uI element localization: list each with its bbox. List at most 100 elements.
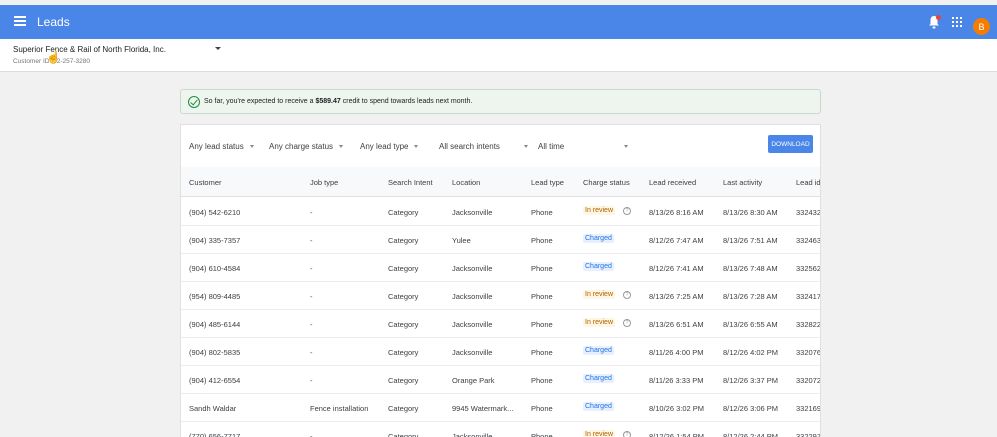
help-icon[interactable]: ? <box>623 319 631 327</box>
cell-id: 332432 <box>796 208 821 217</box>
help-icon[interactable]: ? <box>623 431 631 437</box>
column-header[interactable]: Search Intent <box>388 178 433 187</box>
cell-activity: 8/12/26 2:44 PM <box>723 432 779 437</box>
cell-location: Orange Park <box>452 376 495 385</box>
check-circle-icon <box>188 96 200 108</box>
charge-status-filter[interactable]: Any charge status <box>269 142 344 151</box>
menu-icon[interactable] <box>14 16 26 26</box>
column-header[interactable]: Lead received <box>649 178 696 187</box>
table-row[interactable]: (954) 809-4485 - Category Jacksonville Phone… <box>181 282 820 310</box>
cell-activity: 8/13/26 8:30 AM <box>723 208 778 217</box>
help-icon[interactable]: ? <box>623 207 631 215</box>
banner-amount: $589.47 <box>315 98 341 105</box>
cell-received: 8/10/26 3:02 PM <box>649 404 705 413</box>
cell-intent: Category <box>388 292 419 301</box>
time-range-filter[interactable]: All time <box>538 142 629 151</box>
cell-job: - <box>310 208 313 217</box>
cell-id: 332169 <box>796 404 821 413</box>
chevron-down-icon <box>523 145 528 149</box>
lead-type-filter[interactable]: Any lead type <box>360 142 419 151</box>
cell-received: 8/12/26 7:41 AM <box>649 264 704 273</box>
avatar[interactable]: B <box>973 18 990 35</box>
cell-received: 8/12/26 1:54 PM <box>649 432 705 437</box>
lead-status-filter[interactable]: Any lead status <box>189 142 254 151</box>
column-header[interactable]: Last activity <box>723 178 762 187</box>
account-name: Superior Fence & Rail of North Florida, … <box>13 45 166 54</box>
charge-status-badge: Charged <box>583 346 614 355</box>
cell-type: Phone <box>531 264 553 273</box>
table-row[interactable]: (904) 485-6144 - Category Jacksonville Phone… <box>181 310 820 338</box>
table-header: Customer Job type Search Intent Location… <box>181 167 820 197</box>
cell-intent: Category <box>388 376 419 385</box>
column-header[interactable]: Job type <box>310 178 338 187</box>
cell-customer: Sandh Waldar <box>189 404 237 413</box>
column-header[interactable]: Charge status <box>583 178 630 187</box>
cell-type: Phone <box>531 236 553 245</box>
chevron-down-icon <box>414 145 419 149</box>
cell-id: 332562 <box>796 264 821 273</box>
cell-activity: 8/13/26 7:51 AM <box>723 236 778 245</box>
cell-customer: (954) 809-4485 <box>189 292 241 301</box>
cell-type: Phone <box>531 292 553 301</box>
cell-job: - <box>310 320 313 329</box>
cell-customer: (904) 542-6210 <box>189 208 241 217</box>
cell-location: Jacksonville <box>452 292 493 301</box>
cell-intent: Category <box>388 432 419 437</box>
cell-location: Jacksonville <box>452 432 493 437</box>
charge-status-badge: Charged <box>583 234 614 243</box>
search-intent-filter[interactable]: All search intents <box>439 142 528 151</box>
column-header[interactable]: Location <box>452 178 480 187</box>
download-button[interactable]: DOWNLOAD <box>768 135 813 153</box>
cell-customer: (904) 802-5835 <box>189 348 241 357</box>
cell-activity: 8/12/26 3:37 PM <box>723 376 779 385</box>
banner-text: So far, you're expected to receive a $58… <box>204 98 472 105</box>
cell-type: Phone <box>531 376 553 385</box>
cell-activity: 8/13/26 7:28 AM <box>723 292 778 301</box>
column-header[interactable]: Lead type <box>531 178 564 187</box>
table-row[interactable]: (904) 542-6210 - Category Jacksonville Phone… <box>181 198 821 226</box>
cell-activity: 8/12/26 4:02 PM <box>723 348 779 357</box>
table-row[interactable]: (770) 656-7717 - Category Jacksonville Phone… <box>181 422 820 437</box>
chevron-down-icon <box>624 145 629 149</box>
cell-intent: Category <box>388 404 419 413</box>
cell-id: 332463 <box>796 236 821 245</box>
chevron-down-icon <box>339 145 344 149</box>
cell-location: Jacksonville <box>452 208 493 217</box>
page-title: Leads <box>37 15 70 29</box>
charge-status-badge: In review <box>583 318 616 327</box>
cell-customer: (904) 610-4584 <box>189 264 241 273</box>
cell-customer: (770) 656-7717 <box>189 432 241 437</box>
column-header[interactable]: Customer <box>189 178 222 187</box>
chevron-down-icon[interactable] <box>215 47 221 50</box>
charge-status-badge: Charged <box>583 262 614 271</box>
cell-intent: Category <box>388 264 419 273</box>
table-row[interactable]: (904) 610-4584 - Category Jacksonville Phone… <box>181 254 821 282</box>
cell-job: - <box>310 432 313 437</box>
cell-activity: 8/12/26 3:06 PM <box>723 404 779 413</box>
cell-received: 8/13/26 7:25 AM <box>649 292 704 301</box>
charge-status-badge: Charged <box>583 374 614 383</box>
cell-id: 332076 <box>796 348 821 357</box>
cell-job: Fence installation <box>310 404 369 413</box>
cell-received: 8/13/26 6:51 AM <box>649 320 704 329</box>
cell-id: 332072 <box>796 376 821 385</box>
cell-job: - <box>310 292 313 301</box>
charge-status-badge: In review <box>583 290 616 299</box>
cell-type: Phone <box>531 208 553 217</box>
table-row[interactable]: Sandh Waldar Fence installation Category 99… <box>181 394 821 422</box>
table-row[interactable]: (904) 802-5835 - Category Jacksonville Phone… <box>181 338 821 366</box>
cell-intent: Category <box>388 348 419 357</box>
account-selector[interactable]: Superior Fence & Rail of North Florida, … <box>0 39 997 72</box>
table-row[interactable]: (904) 335-7357 - Category Yulee Phone Charged… <box>181 226 821 254</box>
cell-location: Jacksonville <box>452 348 493 357</box>
cell-location: Yulee <box>452 236 471 245</box>
table-row[interactable]: (904) 412-6554 - Category Orange Park Phone C… <box>181 366 821 394</box>
help-icon[interactable]: ? <box>623 291 631 299</box>
cell-type: Phone <box>531 320 553 329</box>
apps-grid-icon[interactable] <box>952 17 962 27</box>
cell-activity: 8/13/26 7:48 AM <box>723 264 778 273</box>
leads-table-card: Any lead status Any charge status Any le… <box>180 124 821 437</box>
notifications-bell-icon[interactable] <box>928 15 941 29</box>
cell-received: 8/12/26 7:47 AM <box>649 236 704 245</box>
column-header[interactable]: Lead id <box>796 178 820 187</box>
